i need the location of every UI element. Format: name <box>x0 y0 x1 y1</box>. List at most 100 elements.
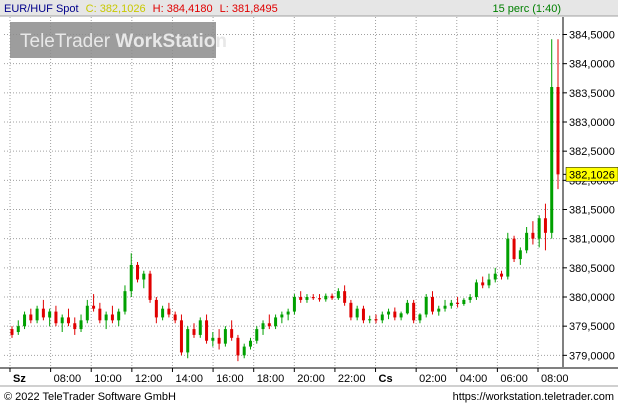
x-tick-label: 02:00 <box>419 373 447 385</box>
candle-body <box>73 323 77 330</box>
candle-body <box>179 320 183 353</box>
candle-body <box>412 302 416 321</box>
candle-body <box>556 87 560 175</box>
x-tick-label: 18:00 <box>257 373 285 385</box>
candle-body <box>35 308 39 321</box>
candle-body <box>449 302 453 306</box>
candle-body <box>211 337 215 341</box>
x-tick-label: 20:00 <box>297 373 325 385</box>
candle-body <box>236 337 240 356</box>
candle-body <box>48 311 52 318</box>
y-tick-label: 380,5000 <box>569 263 615 275</box>
x-axis: Sz 08:00 10:00 12:00 14:00 16:00 18:00 20:00 22:… <box>0 367 618 386</box>
url-text: https://workstation.teletrader.com <box>453 391 614 403</box>
candle-body <box>274 317 278 327</box>
candle-body <box>437 308 441 312</box>
candle-body <box>531 232 535 239</box>
candle-body <box>361 308 365 321</box>
candle-body <box>324 295 328 300</box>
svg-text:TeleTrader WorkStation: TeleTrader WorkStation <box>20 31 227 52</box>
x-tick-label: 06:00 <box>500 373 528 385</box>
candle-body <box>16 326 20 332</box>
candle-body <box>123 291 127 312</box>
candle-body <box>41 308 45 318</box>
candle-body <box>336 291 340 299</box>
candle-body <box>286 311 290 315</box>
copyright-text: © 2022 TeleTrader Software GmbH <box>4 391 176 403</box>
candle-body <box>543 218 547 233</box>
candle-body <box>173 314 177 321</box>
y-tick-label: 381,5000 <box>569 205 615 217</box>
y-tick-label: 380,0000 <box>569 292 615 304</box>
candle-body <box>136 264 140 280</box>
high-label: H: 384,4180 <box>153 3 213 15</box>
candle-body <box>355 308 359 318</box>
candle-body <box>525 232 529 251</box>
candle-body <box>192 329 196 335</box>
candle-body <box>161 308 165 318</box>
candle-body <box>110 314 114 321</box>
x-tick-label: 12:00 <box>135 373 163 385</box>
x-tick-label: 08:00 <box>541 373 569 385</box>
candle-body <box>154 299 158 318</box>
candle-body <box>537 218 541 239</box>
candle-body <box>493 273 497 280</box>
watermark: TeleTrader WorkStation <box>10 22 227 58</box>
candle-body <box>23 314 27 327</box>
y-tick-label: 383,5000 <box>569 88 615 100</box>
candle-body <box>399 313 403 318</box>
candle-body <box>29 314 33 321</box>
candle-body <box>368 319 372 321</box>
candle-body <box>148 273 152 300</box>
candle-body <box>267 323 271 327</box>
last-price-label: 382,1026 <box>569 169 615 181</box>
candle-body <box>462 299 466 304</box>
candle-body <box>129 264 133 292</box>
x-tick-label: Sz <box>13 373 26 385</box>
svg-text:EUR/HUF Spot C: 382,1026: EUR/HUF Spot C: 382,1026 H: 384,4180 L: … <box>4 3 278 15</box>
y-tick-label: 379,0000 <box>569 350 615 362</box>
candle-body <box>186 329 190 353</box>
candle-body <box>79 320 83 330</box>
x-tick-label: 14:00 <box>175 373 203 385</box>
candle-body <box>10 329 14 335</box>
candle-body <box>474 282 478 297</box>
candle-body <box>487 279 491 286</box>
y-axis: 379,0000 379,5000 380,0000 380,5000 381,0000… <box>562 17 618 367</box>
candle-body <box>380 314 384 321</box>
x-tick-label: 08:00 <box>54 373 82 385</box>
candle-body <box>255 329 259 341</box>
low-label: L: 381,8495 <box>220 3 278 15</box>
x-tick-label: 22:00 <box>338 373 366 385</box>
candle-body <box>104 314 108 321</box>
symbol-label: EUR/HUF Spot <box>4 3 79 15</box>
candle-body <box>430 297 434 312</box>
watermark-part1: TeleTrader <box>20 31 115 52</box>
candle-body <box>142 273 146 280</box>
candle-body <box>506 238 510 277</box>
candle-body <box>318 298 322 300</box>
candle-body <box>299 297 303 300</box>
chart: 379,0000 379,5000 380,0000 380,5000 381,0000… <box>0 0 618 404</box>
y-tick-label: 382,5000 <box>569 146 615 158</box>
candle-body <box>167 308 171 315</box>
candle-body <box>443 305 447 309</box>
candle-body <box>405 302 409 314</box>
candle-body <box>311 297 315 299</box>
close-label: C: 382,1026 <box>86 3 146 15</box>
candle-body <box>500 273 504 277</box>
candle-body <box>387 311 391 315</box>
candle-body <box>66 317 70 324</box>
y-tick-label: 384,0000 <box>569 59 615 71</box>
y-tick-label: 381,0000 <box>569 234 615 246</box>
candle-body <box>349 302 353 318</box>
candle-body <box>393 311 397 318</box>
candle-body <box>456 302 460 304</box>
candle-body <box>60 317 64 324</box>
x-tick-label: 16:00 <box>216 373 244 385</box>
candle-body <box>223 329 227 344</box>
candle-body <box>374 319 378 321</box>
candle-body <box>248 340 252 347</box>
candle-body <box>418 314 422 321</box>
candle-body <box>481 282 485 286</box>
